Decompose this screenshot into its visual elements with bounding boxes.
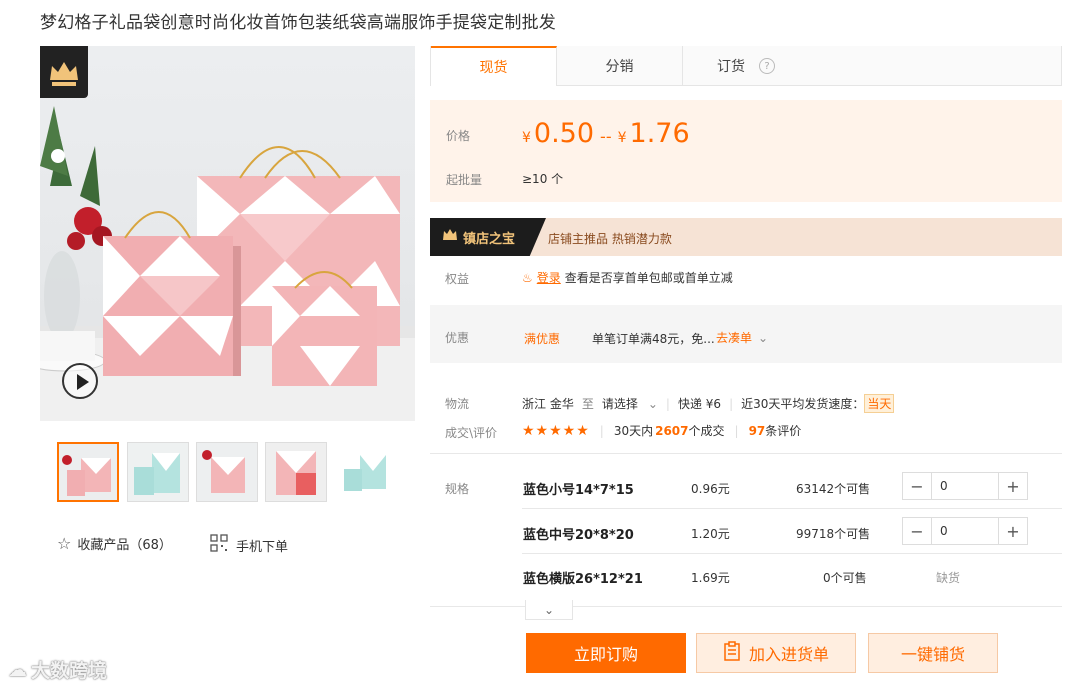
logistics-row: 浙江 金华 至 请选择 ⌄ | 快递 ¥6 | 近30天平均发货速度： 当天	[522, 394, 895, 413]
order-now-button[interactable]: 立即订购	[526, 633, 686, 673]
sku-name: 蓝色小号14*7*15	[523, 483, 634, 498]
one-click-distribute-button[interactable]: 一键铺货	[868, 633, 998, 673]
favorite-button[interactable]: ☆ 收藏产品（68）	[57, 534, 172, 553]
thumbnail-3[interactable]	[196, 442, 258, 502]
quantity-stepper: − 0 +	[902, 472, 1028, 500]
thumbnail-5[interactable]	[335, 442, 397, 502]
deals-row: ★★★★★ | 30天内 2607 个成交 | 97 条评价	[522, 422, 802, 439]
currency-symbol-2: ¥	[617, 130, 627, 146]
price-low: 0.50	[533, 118, 595, 149]
currency-symbol: ¥	[522, 130, 531, 146]
mobile-order-button[interactable]: 手机下单	[210, 534, 288, 556]
watermark-logo: ☁ 大数跨境	[8, 656, 107, 683]
logistics-label: 物流	[445, 397, 470, 411]
decrement-button[interactable]: −	[903, 473, 931, 499]
moq-label: 起批量	[446, 173, 483, 187]
treasure-text: 店铺主推品 热销潜力款	[548, 232, 672, 246]
clipboard-icon	[723, 641, 741, 665]
gift-bags-photo	[40, 106, 415, 421]
quantity-stepper: − 0 +	[902, 517, 1028, 545]
benefits-text: 查看是否享首单包邮或首单立减	[564, 271, 733, 285]
quantity-input[interactable]: 0	[931, 473, 999, 499]
benefits-label: 权益	[445, 272, 470, 286]
row-divider	[522, 508, 1062, 509]
decrement-button[interactable]: −	[903, 518, 931, 544]
video-play-button[interactable]	[62, 363, 98, 399]
tab-preorder[interactable]: 订货 ?	[683, 46, 809, 86]
qr-code-icon	[210, 534, 228, 556]
promo-label: 优惠	[445, 331, 470, 345]
product-title: 梦幻格子礼品袋创意时尚化妆首饰包装纸袋高端服饰手提袋定制批发	[40, 13, 556, 33]
thumbnail-1[interactable]	[57, 442, 119, 502]
deals-label: 成交\评价	[445, 426, 498, 440]
tab-spot[interactable]: 现货	[431, 46, 557, 86]
spec-label: 规格	[445, 482, 470, 496]
deals-suffix: 个成交	[688, 424, 725, 438]
reviews-suffix: 条评价	[765, 424, 802, 438]
crown-small-icon	[442, 228, 458, 246]
login-link[interactable]: 登录	[537, 269, 561, 286]
mobile-order-label: 手机下单	[236, 539, 289, 555]
treasure-badge-label: 镇店之宝	[463, 231, 516, 247]
ship-speed-badge: 当天	[864, 394, 895, 413]
star-outline-icon: ☆	[57, 534, 72, 553]
out-of-stock-label: 缺货	[936, 571, 961, 585]
expand-more-button[interactable]: ⌄	[525, 600, 573, 620]
origin-city: 浙江 金华	[522, 397, 574, 411]
price-high: 1.76	[629, 118, 690, 149]
thumbnail-4[interactable]	[265, 442, 327, 502]
add-to-cart-label: 加入进货单	[748, 645, 829, 664]
coupon-icon: ♨	[522, 270, 533, 285]
quantity-input[interactable]: 0	[931, 518, 999, 544]
tab-distribution[interactable]: 分销	[557, 46, 683, 86]
purchase-mode-tabs: 现货 分销 订货 ?	[430, 46, 1062, 86]
thumbnail-2[interactable]	[127, 442, 189, 502]
deals-count: 2607	[655, 423, 689, 438]
sku-name: 蓝色中号20*8*20	[523, 528, 634, 543]
sku-price: 1.69元	[691, 571, 730, 585]
sku-stock: 0个可售	[823, 571, 867, 585]
reviews-count[interactable]: 97	[749, 424, 766, 438]
increment-button[interactable]: +	[999, 473, 1027, 499]
sku-stock: 63142个可售	[796, 482, 871, 496]
promo-link[interactable]: 去凑单 ⌄	[716, 329, 768, 346]
help-icon[interactable]: ?	[759, 58, 775, 74]
express-fee: 快递 ¥6	[677, 397, 722, 411]
promo-tag: 满优惠	[524, 332, 561, 346]
sku-stock: 99718个可售	[796, 527, 871, 541]
treasure-badge: 镇店之宝	[430, 218, 546, 256]
price-separator: --	[600, 127, 612, 146]
tab-preorder-label: 订货	[717, 59, 745, 75]
increment-button[interactable]: +	[999, 518, 1027, 544]
ship-speed-label: 近30天平均发货速度：	[741, 397, 865, 411]
chevron-down-icon: ⌄	[758, 330, 769, 345]
watermark-text: 大数跨境	[31, 660, 108, 682]
product-main-image[interactable]	[40, 46, 415, 421]
promo-link-label: 去凑单	[716, 331, 753, 345]
price-range: ¥ 0.50 -- ¥ 1.76	[522, 118, 690, 149]
cloud-icon: ☁	[8, 658, 27, 681]
section-divider	[430, 453, 1062, 454]
to-label: 至	[581, 397, 594, 411]
favorite-label: 收藏产品（68）	[77, 538, 172, 553]
promo-text: 单笔订单满48元，免...	[592, 332, 715, 346]
chevron-down-icon: ⌄	[543, 602, 555, 617]
deals-prefix: 30天内	[613, 424, 654, 438]
row-divider	[522, 553, 1062, 554]
sku-price: 0.96元	[691, 482, 730, 496]
crown-icon	[40, 46, 88, 98]
benefits-row: ♨ 登录 查看是否享首单包邮或首单立减	[522, 269, 733, 286]
destination-select[interactable]: 请选择 ⌄	[602, 395, 658, 412]
moq-value: ≥10 个	[522, 172, 564, 186]
add-to-cart-button[interactable]: 加入进货单	[696, 633, 856, 673]
sku-name: 蓝色横版26*12*21	[523, 572, 643, 587]
sku-price: 1.20元	[691, 527, 730, 541]
price-label: 价格	[446, 129, 471, 143]
chevron-down-icon: ⌄	[647, 396, 658, 411]
rating-stars: ★★★★★	[522, 422, 590, 439]
destination-label: 请选择	[601, 397, 638, 411]
